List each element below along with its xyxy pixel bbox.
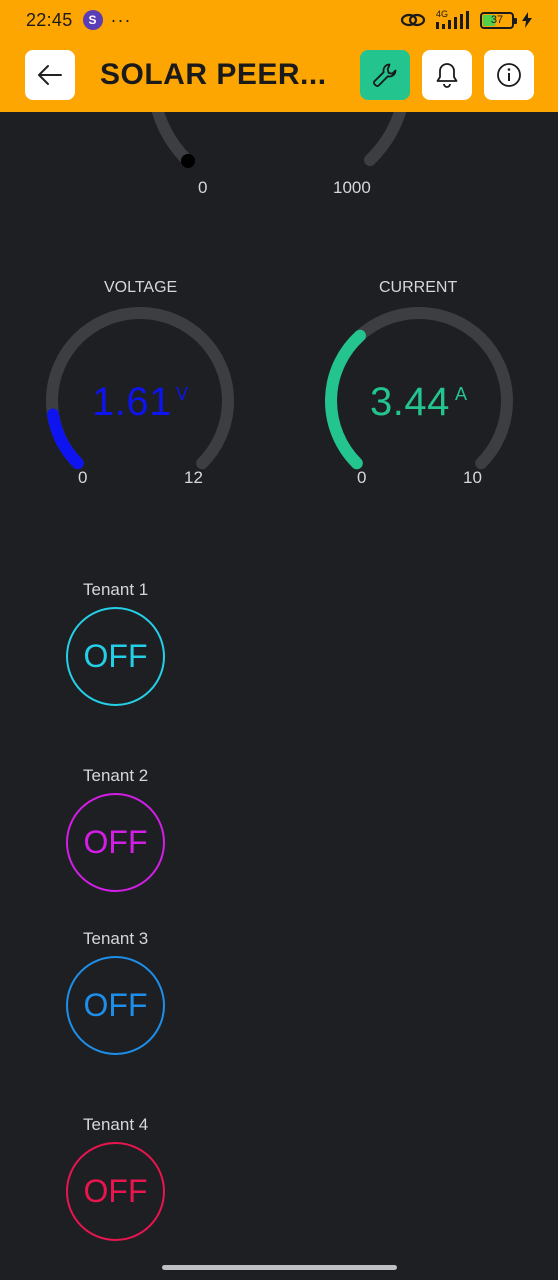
tenant-4-switch[interactable]: OFF (66, 1142, 165, 1241)
tenant-1-label: Tenant 1 (83, 580, 149, 599)
current-value: 3.44 (370, 380, 450, 424)
current-max: 10 (463, 468, 482, 487)
current-min: 0 (357, 468, 367, 487)
tenant-1-switch[interactable]: OFF (66, 607, 165, 706)
tenant-2-switch[interactable]: OFF (66, 793, 165, 892)
current-unit: A (455, 384, 468, 404)
home-indicator[interactable] (162, 1265, 397, 1270)
current-gauge-level (325, 329, 366, 470)
tenant-2-label: Tenant 2 (83, 766, 149, 785)
tenant-4-label: Tenant 4 (83, 1115, 149, 1134)
tenant-3-label: Tenant 3 (83, 929, 149, 948)
tenant-3-switch[interactable]: OFF (66, 956, 165, 1055)
